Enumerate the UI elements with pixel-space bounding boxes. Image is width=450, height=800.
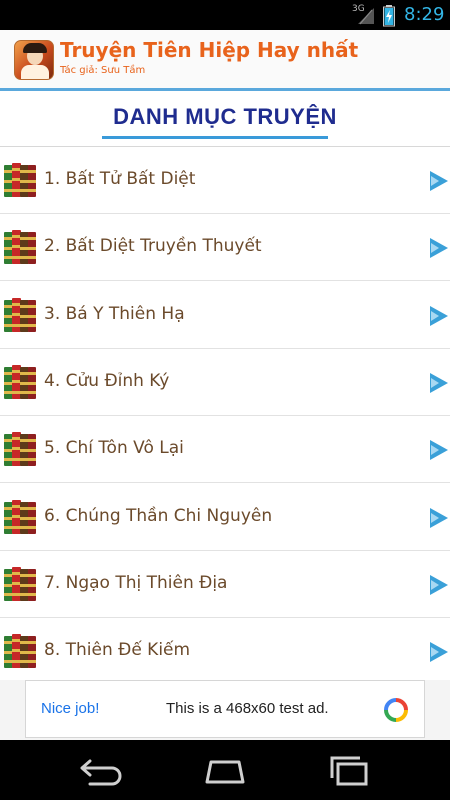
play-arrow-icon — [430, 574, 448, 595]
play-arrow-icon — [430, 507, 448, 528]
play-arrow-icon — [430, 238, 448, 259]
books-icon — [4, 499, 36, 534]
story-list: 1. Bất Tử Bất Diệt 2. Bất Diệt Truyền Thu… — [0, 147, 450, 680]
story-list-item[interactable]: 1. Bất Tử Bất Diệt — [0, 147, 450, 214]
story-list-item[interactable]: 6. Chúng Thần Chi Nguyên — [0, 483, 450, 551]
story-list-item[interactable]: 5. Chí Tôn Vô Lại — [0, 416, 450, 484]
books-icon — [4, 432, 36, 467]
app-header: Truyện Tiên Hiệp Hay nhất Tác giả: Sưu T… — [0, 30, 450, 90]
story-title: 7. Ngạo Thị Thiên Địa — [44, 572, 228, 593]
navigation-bar — [0, 740, 450, 800]
play-arrow-icon — [430, 440, 448, 461]
play-arrow-icon — [430, 305, 448, 326]
back-icon[interactable] — [70, 752, 130, 788]
ad-choices-icon[interactable] — [383, 697, 409, 723]
app-title: Truyện Tiên Hiệp Hay nhất — [60, 38, 359, 62]
story-list-item[interactable]: 8. Thiên Đế Kiếm — [0, 618, 450, 680]
story-list-item[interactable]: 7. Ngạo Thị Thiên Địa — [0, 550, 450, 618]
books-icon — [4, 364, 36, 399]
story-title: 2. Bất Diệt Truyền Thuyết — [44, 236, 262, 257]
story-list-item[interactable]: 2. Bất Diệt Truyền Thuyết — [0, 214, 450, 282]
battery-charging-icon — [383, 5, 395, 27]
recents-icon[interactable] — [320, 752, 380, 788]
books-icon — [4, 230, 36, 265]
ad-headline: Nice job! — [41, 700, 100, 717]
app-icon — [14, 40, 54, 80]
story-list-item[interactable]: 4. Cửu Đỉnh Ký — [0, 348, 450, 416]
section-underline — [102, 136, 328, 139]
books-icon — [4, 163, 36, 197]
books-icon — [4, 297, 36, 332]
books-icon — [4, 566, 36, 601]
home-icon[interactable] — [195, 752, 255, 788]
story-title: 5. Chí Tôn Vô Lại — [44, 438, 184, 459]
section-title: DANH MỤC TRUYỆN — [113, 104, 337, 129]
story-title: 4. Cửu Đỉnh Ký — [44, 370, 170, 391]
header-divider — [0, 88, 450, 91]
ad-text: This is a 468x60 test ad. — [166, 700, 329, 717]
story-title: 1. Bất Tử Bất Diệt — [44, 169, 196, 189]
story-title: 3. Bá Y Thiên Hạ — [44, 303, 185, 324]
signal-icon — [358, 8, 374, 25]
status-bar: 3G 8:29 — [0, 0, 450, 30]
story-title: 6. Chúng Thần Chi Nguyên — [44, 505, 273, 526]
app-author: Tác giả: Sưu Tầm — [60, 65, 146, 76]
story-list-item[interactable]: 3. Bá Y Thiên Hạ — [0, 281, 450, 349]
story-title: 8. Thiên Đế Kiếm — [44, 640, 191, 661]
books-icon — [4, 634, 36, 669]
play-arrow-icon — [430, 642, 448, 663]
clock: 8:29 — [404, 4, 445, 25]
ad-banner[interactable]: Nice job! This is a 468x60 test ad. — [25, 680, 425, 738]
play-arrow-icon — [430, 372, 448, 393]
play-arrow-icon — [430, 171, 448, 191]
